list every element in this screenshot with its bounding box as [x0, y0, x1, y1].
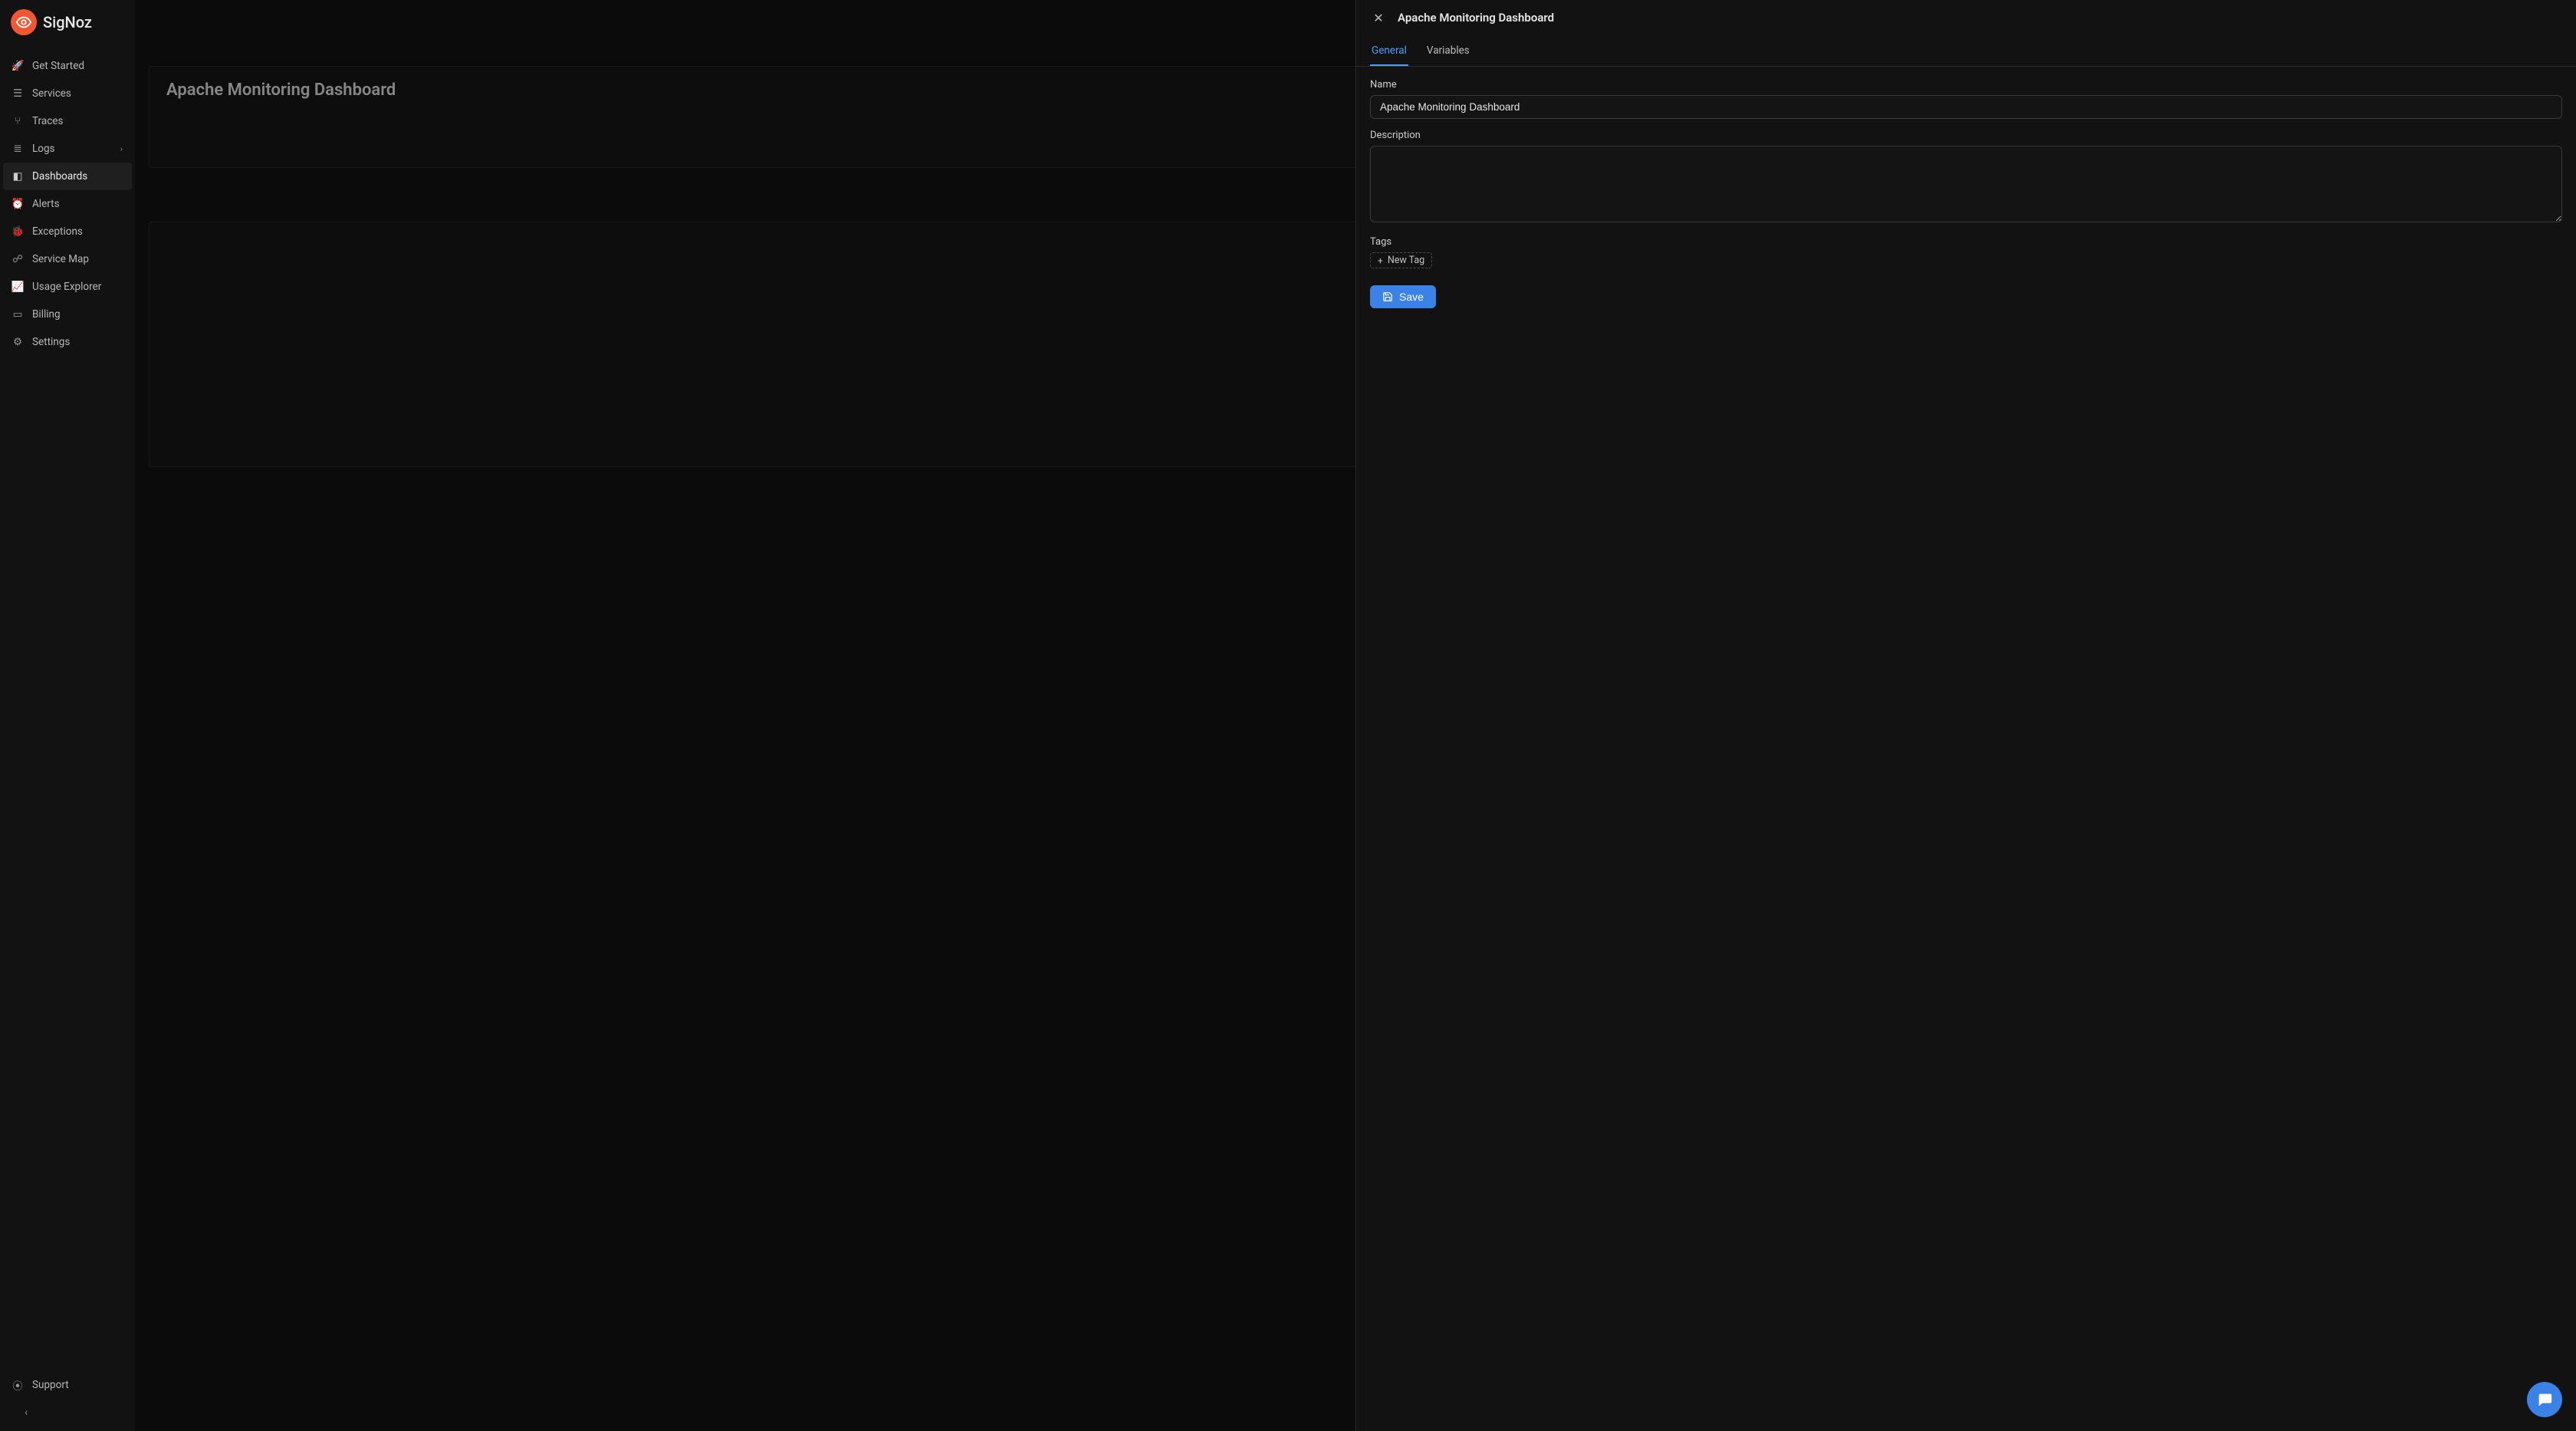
sidebar-item-label: Logs — [32, 143, 55, 155]
lines-icon: ≣ — [12, 143, 23, 155]
form-field-tags: Tags + New Tag — [1370, 236, 2562, 268]
sidebar-item-settings[interactable]: ⚙ Settings — [3, 328, 132, 356]
sidebar-item-usage-explorer[interactable]: 📈 Usage Explorer — [3, 273, 132, 301]
brand: SigNoz — [0, 0, 135, 51]
branch-icon: ⑂ — [12, 115, 23, 127]
sidebar-item-label: Support — [32, 1379, 69, 1391]
bars-icon: ☰ — [12, 87, 23, 100]
sidebar-item-exceptions[interactable]: 🐞 Exceptions — [3, 218, 132, 245]
graph-icon: ☍ — [12, 253, 23, 265]
sidebar-item-support[interactable]: ⦿ Support — [3, 1371, 132, 1399]
chevron-right-icon: › — [120, 144, 123, 154]
sidebar-item-traces[interactable]: ⑂ Traces — [3, 107, 132, 135]
brand-logo-icon — [11, 9, 37, 35]
tags-label: Tags — [1370, 236, 2562, 248]
sidebar-item-get-started[interactable]: 🚀 Get Started — [3, 52, 132, 80]
save-button[interactable]: Save — [1370, 285, 1436, 308]
sidebar-item-services[interactable]: ☰ Services — [3, 80, 132, 107]
main: Apache Monitoring Dashboard ✕ Apache Mon… — [135, 0, 2576, 1431]
sidebar-item-label: Usage Explorer — [32, 281, 101, 293]
gear-icon: ⚙ — [12, 336, 23, 348]
card-icon: ▭ — [12, 308, 23, 321]
bug-icon: 🐞 — [12, 225, 23, 238]
sidebar-collapse-button[interactable]: ‹ — [3, 1399, 132, 1426]
new-tag-label: New Tag — [1388, 255, 1424, 266]
new-tag-button[interactable]: + New Tag — [1370, 252, 1432, 268]
drawer-header: ✕ Apache Monitoring Dashboard — [1356, 0, 2576, 34]
sidebar-item-label: Services — [32, 87, 71, 100]
sidebar-item-label: Service Map — [32, 253, 89, 265]
nav: 🚀 Get Started ☰ Services ⑂ Traces ≣ Logs… — [0, 51, 135, 1371]
drawer-title: Apache Monitoring Dashboard — [1398, 11, 1554, 25]
sidebar-item-label: Traces — [32, 115, 63, 127]
sidebar: SigNoz 🚀 Get Started ☰ Services ⑂ Traces… — [0, 0, 135, 1431]
name-input[interactable] — [1370, 95, 2562, 119]
drawer-tabs: General Variables — [1356, 34, 2576, 67]
settings-drawer: ✕ Apache Monitoring Dashboard General Va… — [1355, 0, 2576, 1431]
description-input[interactable] — [1370, 146, 2562, 222]
sidebar-item-dashboards[interactable]: ◧ Dashboards — [3, 163, 132, 190]
lifebuoy-icon: ⦿ — [12, 1377, 23, 1393]
brand-name: SigNoz — [43, 13, 92, 31]
sidebar-footer: ⦿ Support ‹ — [0, 1371, 135, 1431]
sidebar-item-label: Settings — [32, 336, 70, 348]
name-label: Name — [1370, 79, 2562, 90]
sidebar-item-label: Exceptions — [32, 225, 83, 238]
sidebar-item-label: Get Started — [32, 60, 84, 72]
sidebar-item-label: Billing — [32, 308, 61, 321]
chat-icon — [2536, 1391, 2553, 1408]
sidebar-item-logs[interactable]: ≣ Logs › — [3, 135, 132, 163]
save-icon — [1382, 291, 1393, 302]
sidebar-item-service-map[interactable]: ☍ Service Map — [3, 245, 132, 273]
chat-fab[interactable] — [2527, 1382, 2562, 1417]
close-icon: ✕ — [1373, 11, 1383, 25]
save-label: Save — [1399, 291, 1424, 303]
chevron-left-icon: ‹ — [25, 1406, 28, 1419]
bell-icon: ⏰ — [12, 198, 23, 210]
rocket-icon: 🚀 — [12, 60, 23, 72]
sidebar-item-label: Dashboards — [32, 170, 87, 183]
dashboard-icon: ◧ — [12, 170, 23, 183]
form-field-name: Name — [1370, 79, 2562, 119]
form-field-description: Description — [1370, 130, 2562, 225]
description-label: Description — [1370, 130, 2562, 141]
close-button[interactable]: ✕ — [1370, 9, 1387, 26]
drawer-form: Name Description Tags + New Tag — [1356, 67, 2576, 321]
tab-variables[interactable]: Variables — [1425, 37, 1471, 66]
tab-general[interactable]: General — [1370, 37, 1408, 66]
sidebar-item-alerts[interactable]: ⏰ Alerts — [3, 190, 132, 218]
sidebar-item-billing[interactable]: ▭ Billing — [3, 301, 132, 328]
sidebar-item-label: Alerts — [32, 198, 60, 210]
plus-icon: + — [1378, 255, 1383, 266]
chart-icon: 📈 — [12, 281, 23, 293]
